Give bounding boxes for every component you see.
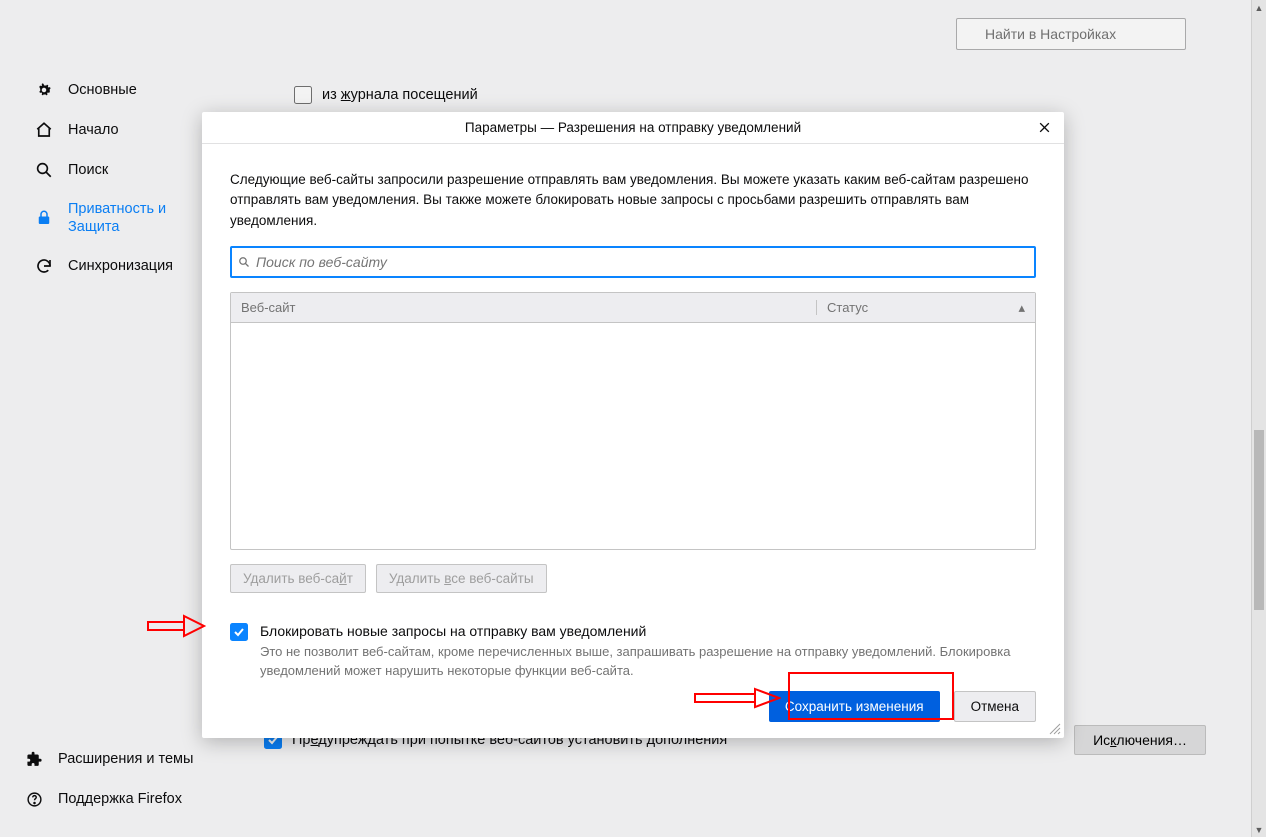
notifications-permissions-dialog: Параметры — Разрешения на отправку уведо… (202, 112, 1064, 738)
dialog-description: Следующие веб-сайты запросили разрешение… (230, 170, 1036, 233)
site-search-input[interactable] (250, 254, 1028, 270)
column-header-status[interactable]: Статус ▴ (817, 300, 1035, 316)
dialog-title: Параметры — Разрешения на отправку уведо… (465, 120, 801, 135)
sort-asc-icon: ▴ (1018, 300, 1025, 316)
dialog-header: Параметры — Разрешения на отправку уведо… (202, 112, 1064, 144)
block-new-requests-checkbox[interactable] (230, 623, 248, 641)
block-requests-note: Это не позволит веб-сайтам, кроме перечи… (260, 643, 1036, 681)
sites-table: Веб-сайт Статус ▴ (230, 292, 1036, 550)
site-search-field[interactable] (230, 246, 1036, 278)
sites-table-body (231, 323, 1035, 549)
remove-site-button[interactable]: Удалить веб-сайт (230, 564, 366, 593)
remove-all-sites-button[interactable]: Удалить все веб-сайты (376, 564, 547, 593)
block-requests-label: Блокировать новые запросы на отправку ва… (260, 623, 1036, 639)
resize-grip-icon[interactable] (1048, 722, 1062, 736)
cancel-button[interactable]: Отмена (954, 691, 1036, 722)
save-button[interactable]: Сохранить изменения (769, 691, 940, 722)
search-icon (238, 256, 250, 268)
column-header-site[interactable]: Веб-сайт (231, 300, 817, 315)
close-icon[interactable] (1034, 117, 1054, 137)
